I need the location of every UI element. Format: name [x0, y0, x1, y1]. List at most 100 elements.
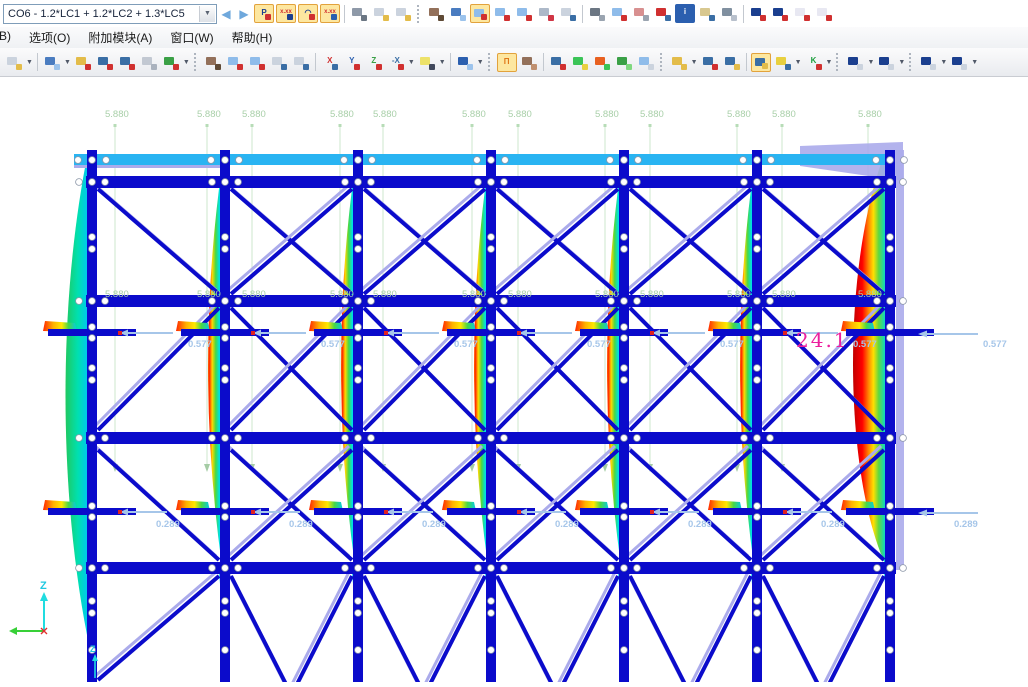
- print-graphic-1-icon[interactable]: [748, 4, 768, 23]
- wireframe-cube-icon[interactable]: [269, 53, 289, 72]
- view-y-icon[interactable]: Y: [342, 53, 362, 72]
- shift-view-icon[interactable]: [203, 53, 223, 72]
- menu-item-4[interactable]: 帮助(H): [223, 27, 282, 48]
- isometric-view-icon[interactable]: [455, 53, 475, 72]
- previous-loadcase-button[interactable]: ◀: [218, 5, 234, 23]
- print-graphic-2-icon[interactable]: [770, 4, 790, 23]
- frame-mode-icon[interactable]: Π: [497, 53, 517, 72]
- info-icon[interactable]: i: [675, 4, 695, 23]
- result-window-2-icon[interactable]: [876, 53, 896, 72]
- result-window-3-icon-dropdown[interactable]: ▼: [940, 59, 947, 66]
- section-plane-icon-mark: [648, 64, 654, 70]
- options-gears-icon[interactable]: [719, 4, 739, 23]
- tables-panel-icon[interactable]: [722, 53, 742, 72]
- contour-lens-icon[interactable]: [570, 53, 590, 72]
- result-table-icon[interactable]: [371, 4, 391, 23]
- work-plane-icon-mark: [481, 14, 487, 20]
- model-canvas[interactable]: 0.5770.5770.5770.5770.5770.5770.5770.289…: [0, 77, 1028, 682]
- member-mode-icon[interactable]: [519, 53, 539, 72]
- result-window-3-icon[interactable]: [918, 53, 938, 72]
- pan-hand-icon[interactable]: [426, 4, 446, 23]
- work-plane-3-icon[interactable]: [514, 4, 534, 23]
- solid-cube-icon[interactable]: [291, 53, 311, 72]
- color-scale-icon-dropdown[interactable]: ▼: [826, 59, 833, 66]
- new-model-icon[interactable]: [4, 53, 24, 72]
- flag-out-icon[interactable]: [814, 4, 834, 23]
- new-support-icon-dropdown[interactable]: ▼: [183, 59, 190, 66]
- visibility-notes-icon[interactable]: [417, 53, 437, 72]
- svg-text:0.577: 0.577: [587, 339, 611, 350]
- zoom-in-icon[interactable]: [225, 53, 245, 72]
- show-results-icon[interactable]: P: [254, 4, 274, 23]
- visibility-notes-icon-shape: [420, 57, 430, 65]
- show-result-values-icon[interactable]: x.xx: [276, 4, 296, 23]
- panels-grid-icon-shape: [672, 57, 682, 65]
- snap-nodes-icon[interactable]: [653, 4, 673, 23]
- new-member-set-icon[interactable]: [117, 53, 137, 72]
- svg-text:0.577: 0.577: [983, 339, 1007, 350]
- solid-contour-icon[interactable]: [592, 53, 612, 72]
- flag-in-icon[interactable]: [792, 4, 812, 23]
- result-window-1-icon[interactable]: [845, 53, 865, 72]
- menu-item-0[interactable]: B): [0, 27, 20, 48]
- view-minus-x-icon[interactable]: -X: [386, 53, 406, 72]
- contour-lens-icon-shape: [573, 57, 583, 65]
- menu-bar: B)选项(O)附加模块(A)窗口(W)帮助(H): [0, 27, 1028, 48]
- settings-wrench-icon[interactable]: [349, 4, 369, 23]
- menu-item-3[interactable]: 窗口(W): [161, 27, 222, 48]
- view-z-icon[interactable]: Z: [364, 53, 384, 72]
- grid-cube-icon[interactable]: [536, 4, 556, 23]
- load-combination-select[interactable]: CO6 - 1.2*LC1 + 1.2*LC2 + 1.3*LC5 ▼: [3, 4, 217, 24]
- section-plane-icon[interactable]: [636, 53, 656, 72]
- model-viewport[interactable]: 0.5770.5770.5770.5770.5770.5770.5770.289…: [0, 77, 1028, 682]
- result-window-4-icon-dropdown[interactable]: ▼: [971, 59, 978, 66]
- zoom-out-icon[interactable]: [247, 53, 267, 72]
- result-window-1-icon-dropdown[interactable]: ▼: [867, 59, 874, 66]
- svg-text:0.577: 0.577: [321, 339, 345, 350]
- new-member-icon[interactable]: [95, 53, 115, 72]
- render-options-icon-dropdown[interactable]: ▼: [795, 59, 802, 66]
- section-tool-icon[interactable]: [700, 53, 720, 72]
- toolbar-separator: [582, 5, 583, 23]
- options-gears-icon-mark: [731, 15, 737, 21]
- view-x-icon[interactable]: X: [320, 53, 340, 72]
- work-plane-icon[interactable]: [470, 4, 490, 23]
- mirror-icon[interactable]: [631, 4, 651, 23]
- panels-grid-icon-dropdown[interactable]: ▼: [691, 59, 698, 66]
- combo-dropdown-icon[interactable]: ▼: [199, 6, 215, 22]
- select-lasso-icon[interactable]: [587, 4, 607, 23]
- copy-object-icon[interactable]: [42, 53, 62, 72]
- isometric-view-icon-dropdown[interactable]: ▼: [477, 59, 484, 66]
- result-table-2-icon[interactable]: [393, 4, 413, 23]
- show-values-on-deformed-icon[interactable]: x.xx: [320, 4, 340, 23]
- new-member-disabled-icon[interactable]: [139, 53, 159, 72]
- result-window-4-icon[interactable]: [949, 53, 969, 72]
- partial-view-icon[interactable]: [558, 4, 578, 23]
- new-model-icon-dropdown[interactable]: ▼: [26, 59, 33, 66]
- rotate-ellipse-icon[interactable]: [609, 4, 629, 23]
- result-window-2-icon-dropdown[interactable]: ▼: [898, 59, 905, 66]
- toolbar-separator: [315, 53, 316, 71]
- new-node-icon[interactable]: [73, 53, 93, 72]
- center-view-icon[interactable]: [448, 4, 468, 23]
- show-deformed-shape-icon[interactable]: ◠: [298, 4, 318, 23]
- display-properties-icon[interactable]: [751, 53, 771, 72]
- support-results-icon[interactable]: [548, 53, 568, 72]
- render-options-icon[interactable]: [773, 53, 793, 72]
- new-support-icon[interactable]: [161, 53, 181, 72]
- svg-text:5.880: 5.880: [858, 109, 882, 120]
- toolbar-separator: [450, 53, 451, 71]
- menu-item-2[interactable]: 附加模块(A): [79, 27, 161, 48]
- result-table-icon-mark: [383, 15, 389, 21]
- deformation-arrows-icon[interactable]: [614, 53, 634, 72]
- snapshot-icon[interactable]: [697, 4, 717, 23]
- copy-object-icon-dropdown[interactable]: ▼: [64, 59, 71, 66]
- visibility-notes-icon-dropdown[interactable]: ▼: [439, 59, 446, 66]
- color-scale-icon[interactable]: K: [804, 53, 824, 72]
- next-loadcase-button[interactable]: ▶: [236, 5, 252, 23]
- work-plane-2-icon[interactable]: [492, 4, 512, 23]
- crane-bracket-row-lower: [43, 500, 978, 517]
- menu-item-1[interactable]: 选项(O): [20, 27, 79, 48]
- panels-grid-icon[interactable]: [669, 53, 689, 72]
- view-minus-x-icon-dropdown[interactable]: ▼: [408, 59, 415, 66]
